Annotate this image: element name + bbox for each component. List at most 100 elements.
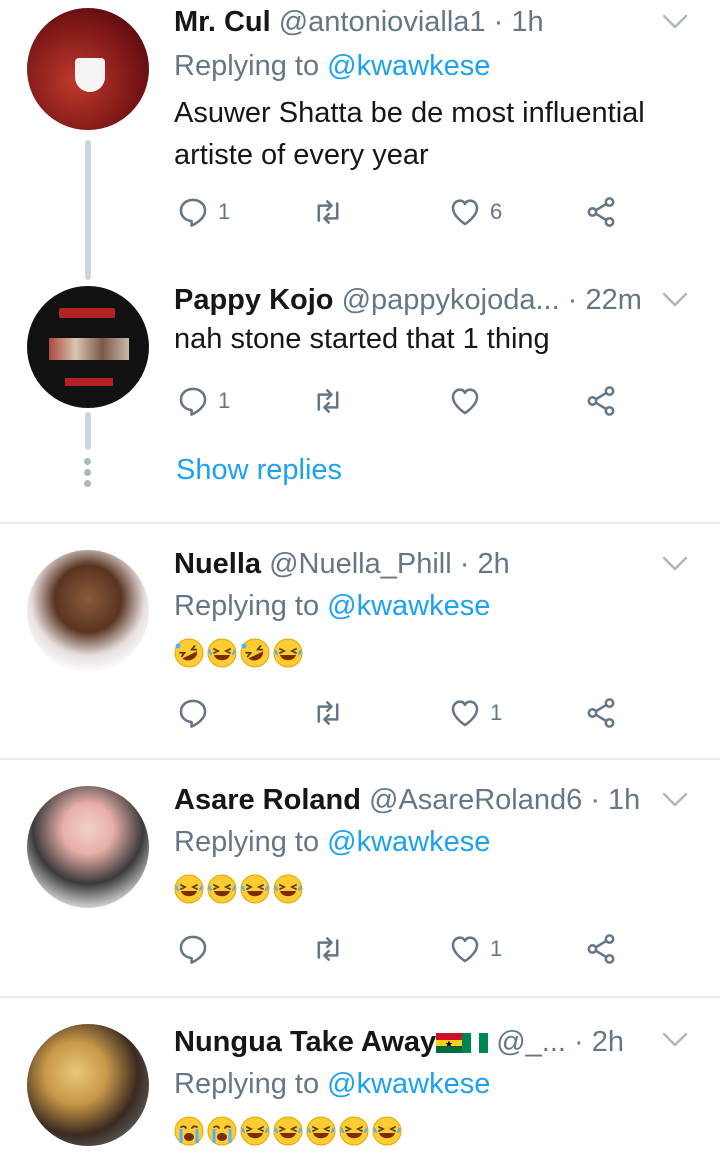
user-handle[interactable]: @antoniovialla1 xyxy=(279,6,486,38)
grinning-sweat-emoji xyxy=(207,638,237,668)
like-button[interactable]: 6 xyxy=(448,195,502,229)
display-name[interactable]: Asare Roland xyxy=(174,784,361,816)
tweet-emojis xyxy=(174,1116,402,1146)
grinning-sweat-emoji xyxy=(306,1116,336,1146)
like-count: 1 xyxy=(490,700,503,725)
avatar[interactable] xyxy=(27,286,149,408)
display-name[interactable]: Pappy Kojo xyxy=(174,284,334,316)
avatar[interactable] xyxy=(27,1024,149,1146)
mention-link[interactable]: @kwawkese xyxy=(327,826,490,858)
timestamp[interactable]: 1h xyxy=(608,784,640,816)
timestamp[interactable]: 1h xyxy=(511,6,543,38)
mention-link[interactable]: @kwawkese xyxy=(327,50,490,82)
avatar-logo-shape xyxy=(75,58,105,92)
tweet-4[interactable]: Asare Roland @AsareRoland6 · 1h Replying… xyxy=(0,760,720,996)
show-replies-link[interactable]: Show replies xyxy=(176,454,342,487)
tweet-header: Asare Roland @AsareRoland6 · 1h xyxy=(174,784,650,817)
reply-button[interactable]: 1 xyxy=(176,384,230,418)
tweet-emojis xyxy=(174,874,303,904)
reply-button[interactable] xyxy=(176,696,210,730)
chevron-down-icon[interactable] xyxy=(662,292,688,308)
retweet-button[interactable] xyxy=(311,932,345,966)
like-count: 1 xyxy=(490,936,503,961)
tweet-text-line: nah stone started that 1 thing xyxy=(174,323,550,355)
grinning-sweat-emoji xyxy=(174,874,204,904)
retweet-button[interactable] xyxy=(311,384,345,418)
tweet-5[interactable]: Nungua Take Away @_... · 2h Replying to … xyxy=(0,998,720,1156)
reply-icon xyxy=(176,932,210,966)
separator-dot: · xyxy=(574,1026,584,1058)
like-count: 6 xyxy=(490,199,503,224)
grinning-sweat-emoji xyxy=(273,1116,303,1146)
mention-link[interactable]: @kwawkese xyxy=(327,590,490,622)
separator-dot: · xyxy=(590,784,600,816)
timestamp[interactable]: 2h xyxy=(592,1026,624,1058)
action-bar: 1 xyxy=(176,696,636,736)
ghana-flag-emoji xyxy=(436,1033,463,1053)
nigeria-flag-emoji xyxy=(462,1033,489,1053)
separator-dot: · xyxy=(567,284,578,316)
chevron-down-icon[interactable] xyxy=(662,1032,688,1048)
reply-button[interactable] xyxy=(176,932,210,966)
retweet-button[interactable] xyxy=(311,195,345,229)
like-button[interactable] xyxy=(448,384,482,418)
heart-icon xyxy=(448,195,482,229)
share-button[interactable] xyxy=(584,932,618,966)
tweet-1[interactable]: Mr. Cul @antoniovialla1 · 1h Replying to… xyxy=(0,0,720,280)
timestamp[interactable]: 2h xyxy=(477,548,509,580)
share-icon xyxy=(584,195,618,229)
heart-icon xyxy=(448,384,482,418)
share-icon xyxy=(584,696,618,730)
timestamp[interactable]: 22m xyxy=(585,284,641,316)
avatar[interactable] xyxy=(27,550,149,672)
tweet-emojis xyxy=(174,638,303,668)
grinning-sweat-emoji xyxy=(240,1116,270,1146)
display-name[interactable]: Nuella xyxy=(174,548,261,580)
share-button[interactable] xyxy=(584,195,618,229)
loudly-crying-emoji xyxy=(207,1116,237,1146)
avatar[interactable] xyxy=(27,8,149,130)
replying-to: Replying to @kwawkese xyxy=(174,50,490,83)
chevron-down-icon[interactable] xyxy=(662,792,688,808)
tweet-2[interactable]: Pappy Kojo @pappykojoda... · 22m nah sto… xyxy=(0,270,720,522)
separator-dot: · xyxy=(459,548,470,580)
heart-icon xyxy=(448,696,482,730)
share-button[interactable] xyxy=(584,384,618,418)
retweet-button[interactable] xyxy=(311,696,345,730)
tweet-3[interactable]: Nuella @Nuella_Phill · 2h Replying to @k… xyxy=(0,524,720,758)
user-handle[interactable]: @Nuella_Phill xyxy=(269,548,452,580)
display-name[interactable]: Mr. Cul xyxy=(174,6,271,38)
more-replies-dots xyxy=(84,458,92,491)
reply-count: 1 xyxy=(218,388,231,413)
like-button[interactable]: 1 xyxy=(448,932,502,966)
tweet-header: Nungua Take Away @_... · 2h xyxy=(174,1026,650,1059)
like-button[interactable]: 1 xyxy=(448,696,502,730)
replying-label: Replying to xyxy=(174,50,320,82)
avatar[interactable] xyxy=(27,786,149,908)
rolling-on-floor-laughing-emoji xyxy=(240,638,270,668)
retweet-icon xyxy=(311,195,345,229)
reply-button[interactable]: 1 xyxy=(176,195,230,229)
reply-count: 1 xyxy=(218,199,231,224)
avatar-art-band xyxy=(49,338,129,360)
action-bar: 1 xyxy=(176,384,636,424)
tweet-text-line: Asuwer Shatta be de most influential xyxy=(174,97,645,129)
share-button[interactable] xyxy=(584,696,618,730)
tweet-header: Nuella @Nuella_Phill · 2h xyxy=(174,548,650,581)
replying-label: Replying to xyxy=(174,826,320,858)
action-bar: 1 6 xyxy=(176,195,636,235)
chevron-down-icon[interactable] xyxy=(662,14,688,30)
loudly-crying-emoji xyxy=(174,1116,204,1146)
user-handle[interactable]: @_... xyxy=(496,1026,566,1058)
mention-link[interactable]: @kwawkese xyxy=(327,1068,490,1100)
share-icon xyxy=(584,384,618,418)
avatar-art-label xyxy=(65,378,113,386)
user-handle[interactable]: @pappykojoda... xyxy=(342,284,560,316)
tweet-header: Pappy Kojo @pappykojoda... · 22m xyxy=(174,284,650,317)
tweet-text: nah stone started that 1 thing xyxy=(174,318,694,360)
grinning-sweat-emoji xyxy=(273,874,303,904)
chevron-down-icon[interactable] xyxy=(662,556,688,572)
heart-icon xyxy=(448,932,482,966)
user-handle[interactable]: @AsareRoland6 xyxy=(369,784,582,816)
display-name[interactable]: Nungua Take Away xyxy=(174,1026,436,1058)
